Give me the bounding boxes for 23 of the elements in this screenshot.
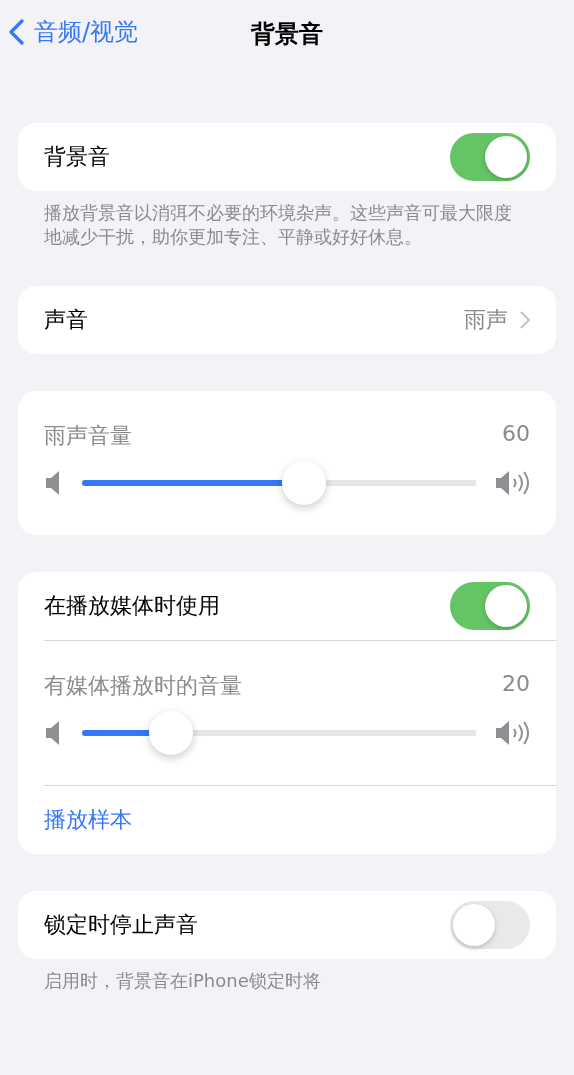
row-label: 背景音 bbox=[44, 143, 110, 171]
toggle-switch[interactable] bbox=[450, 582, 530, 630]
row-value: 雨声 bbox=[464, 306, 508, 334]
back-button[interactable]: 音频/视觉 bbox=[8, 16, 139, 48]
volume-loud-icon bbox=[494, 469, 530, 497]
back-chevron-icon bbox=[8, 19, 24, 45]
footer-note: 播放背景音以消弭不必要的环境杂声。这些声音可最大限度地减少干扰，助你更加专注、平静或好好休息。 bbox=[43, 201, 513, 249]
toggle-switch[interactable] bbox=[450, 133, 530, 181]
toggle-switch[interactable] bbox=[450, 901, 530, 949]
slider-thumb[interactable] bbox=[148, 711, 193, 755]
chevron-icon bbox=[520, 311, 530, 329]
play-sample-link[interactable]: 播放样本 bbox=[44, 805, 132, 835]
slider-reading: 60 bbox=[502, 421, 530, 448]
slider-label: 有媒体播放时的音量 bbox=[44, 672, 242, 700]
page-title: 背景音 bbox=[251, 19, 323, 50]
slider-label: 雨声音量 bbox=[44, 422, 132, 450]
row-label: 声音 bbox=[44, 306, 88, 334]
row-label: 在播放媒体时使用 bbox=[44, 592, 220, 620]
slider-reading: 20 bbox=[502, 671, 530, 698]
slider-thumb[interactable] bbox=[282, 461, 327, 505]
row-label: 锁定时停止声音 bbox=[44, 911, 198, 939]
volume-loud-icon bbox=[494, 719, 530, 747]
footer-note: 启用时，背景音在iPhone锁定时将 bbox=[43, 969, 322, 993]
